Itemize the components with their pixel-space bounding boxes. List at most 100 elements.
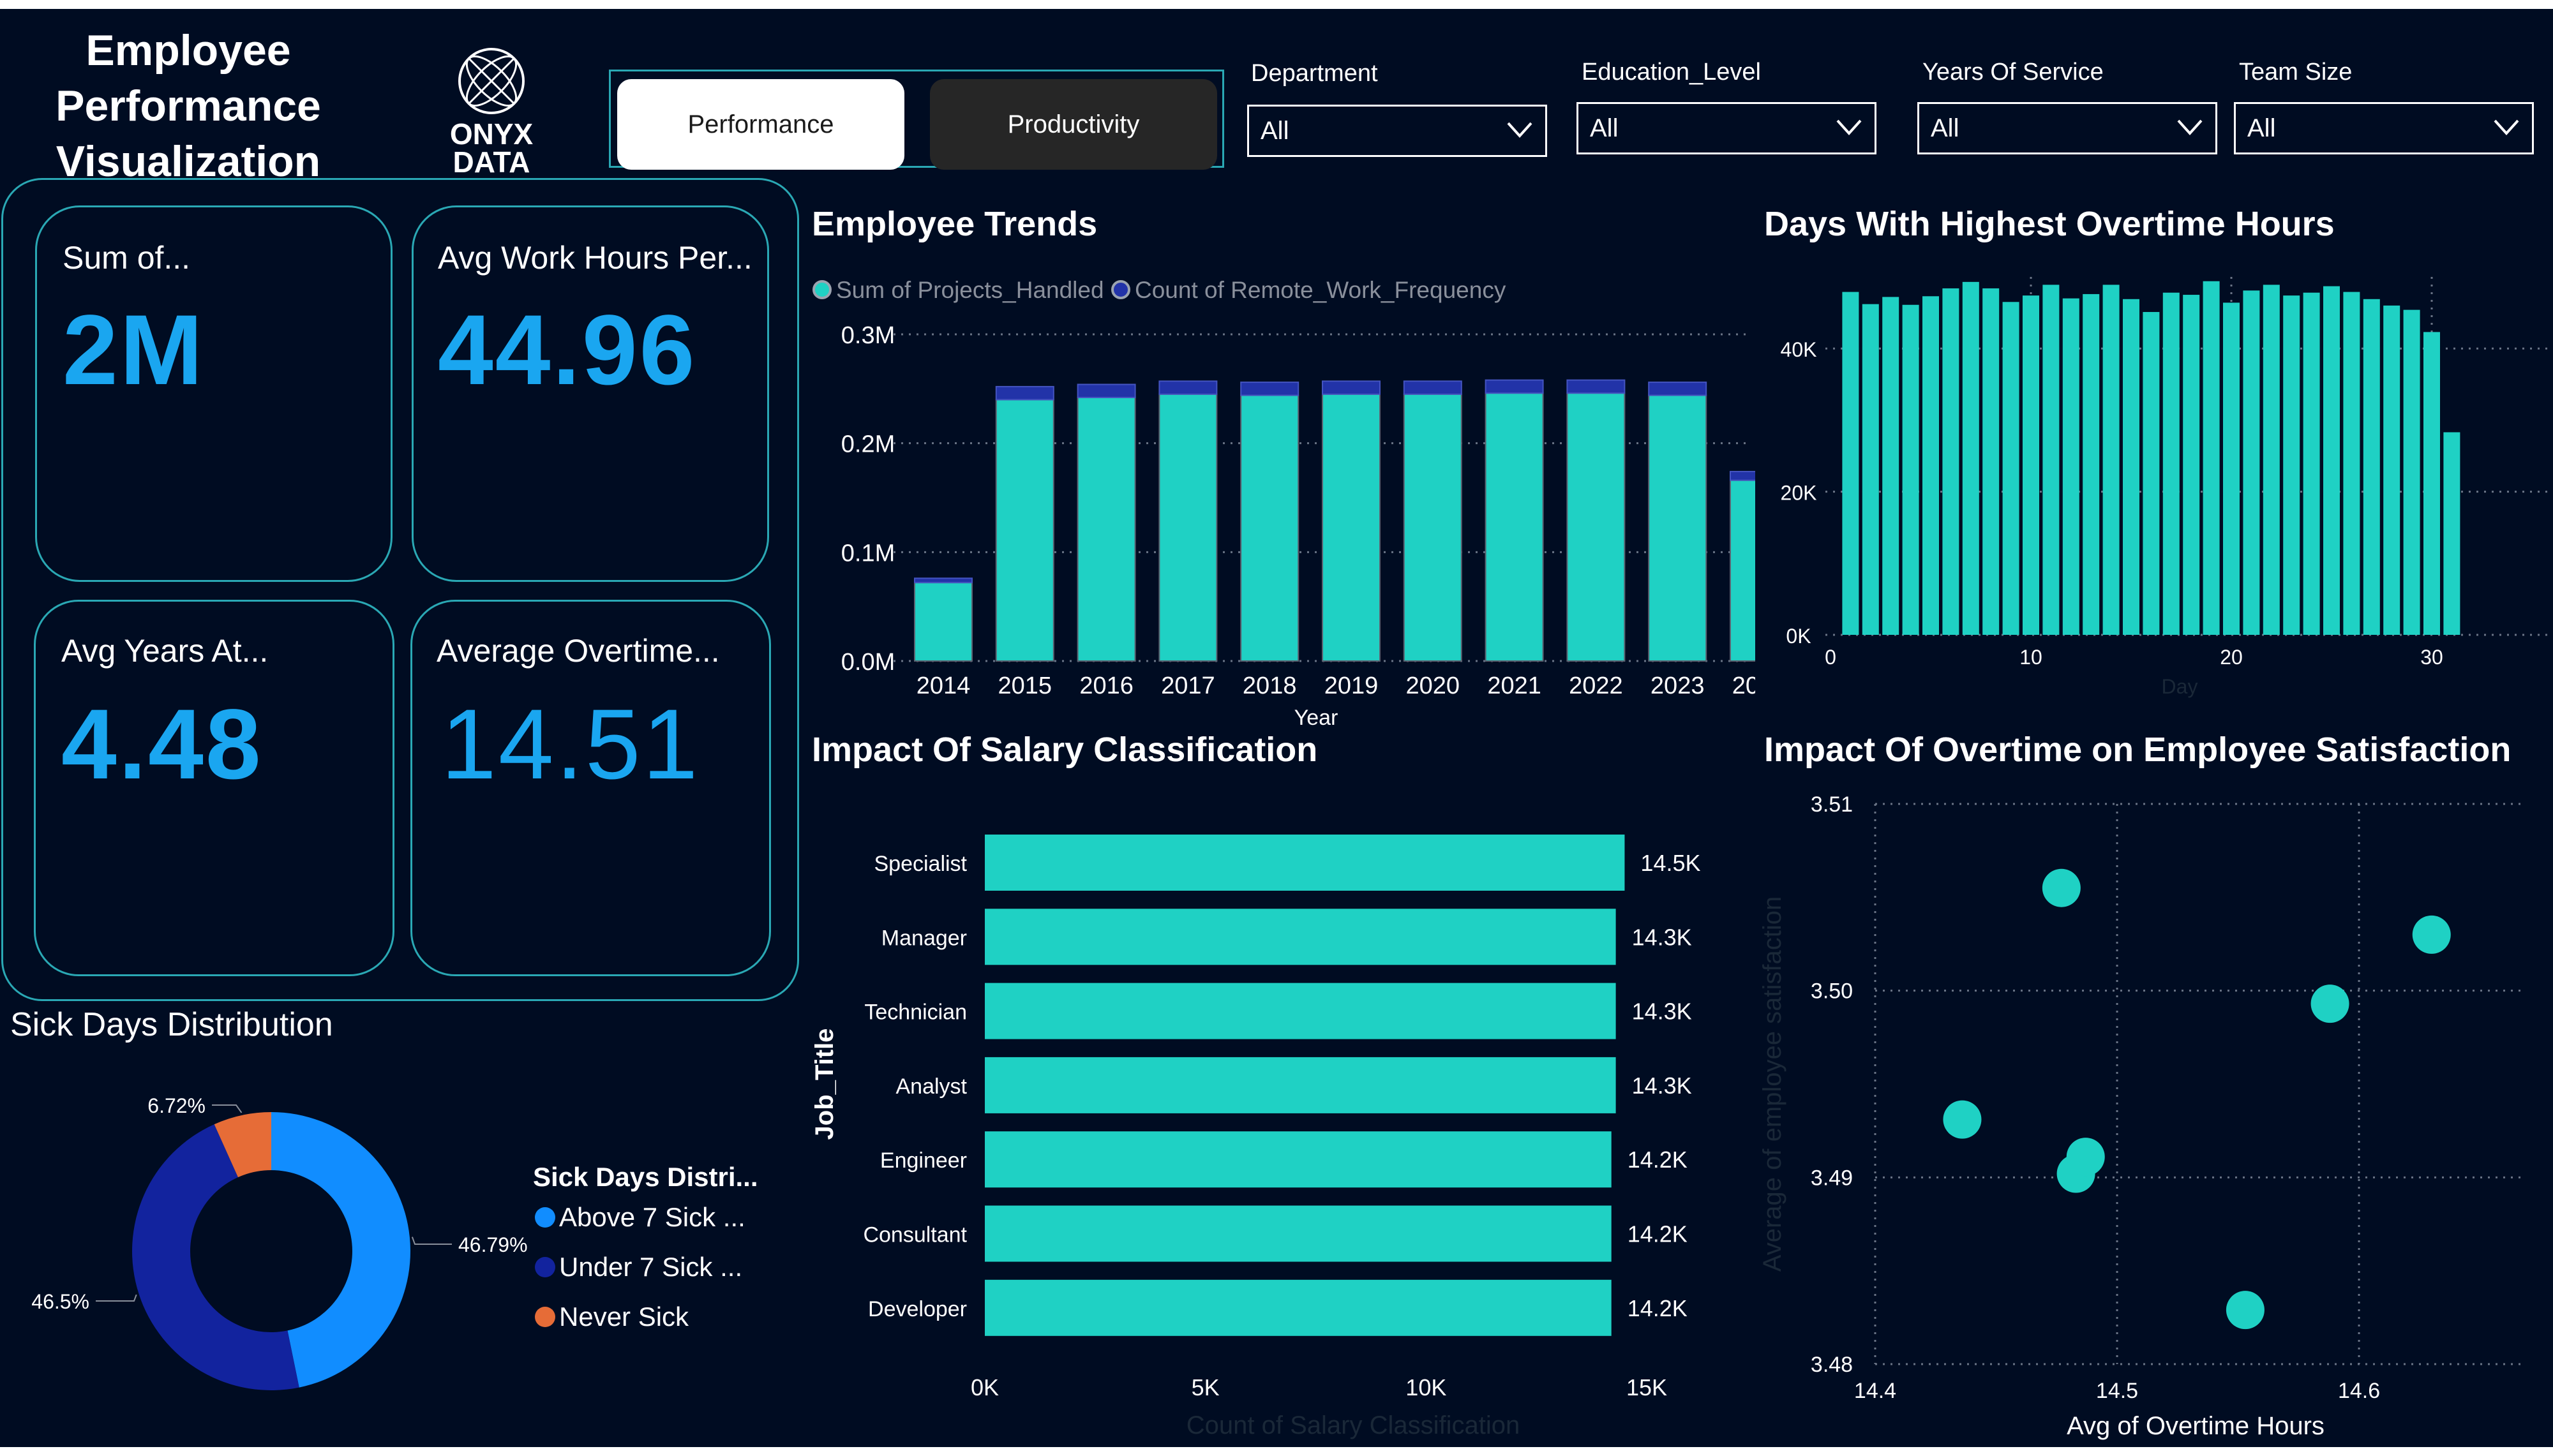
day-bar [1922, 296, 1939, 635]
overtime-days-chart[interactable]: 0K 20K 40K 0 10 20 30 Day [1755, 258, 2553, 717]
scatter-point [2066, 1138, 2105, 1177]
y-tick-label: 0K [1786, 625, 1811, 648]
x-tick-label: 10 [2019, 646, 2042, 669]
day-bar [2002, 302, 2019, 635]
label-leader-line [212, 1104, 243, 1113]
kpi-label: Avg Years At... [61, 633, 269, 669]
kpi-card-avg-overtime[interactable]: Average Overtime... 14.51 [410, 600, 771, 976]
salary-bar [985, 909, 1616, 965]
salary-classification-chart[interactable]: Specialist 14.5K Manager 14.3K Technician 14.… [804, 787, 1755, 1447]
bar-remote-work-count [1322, 380, 1381, 395]
day-bar [1962, 281, 1979, 635]
kpi-card-sum[interactable]: Sum of... 2M [35, 205, 393, 582]
kpi-card-avg-work-hours[interactable]: Avg Work Hours Per... 44.96 [412, 205, 769, 582]
bar-projects-handled [1240, 394, 1299, 662]
y-tick-label: 3.51 [1811, 792, 1853, 817]
day-bar [1902, 304, 1919, 635]
y-tick-label: 40K [1781, 338, 1817, 361]
y-tick-label: 3.49 [1811, 1166, 1853, 1190]
kpi-value: 14.51 [441, 689, 700, 800]
bar-projects-handled [1322, 393, 1381, 662]
x-tick-label: 2024 [1732, 672, 1755, 699]
salary-bar [985, 1057, 1616, 1113]
chevron-down-icon [2494, 119, 2519, 135]
bar-projects-handled [914, 582, 973, 662]
label-leader-line [96, 1294, 137, 1302]
x-tick-label: 2015 [998, 672, 1052, 699]
dashboard-canvas: Employee Performance Visualization ONYX … [0, 9, 2553, 1447]
x-tick-label: 2017 [1161, 672, 1215, 699]
years-of-service-dropdown[interactable]: All [1917, 102, 2217, 154]
y-tick-label: 0.0M [841, 649, 895, 676]
label-leader-line [411, 1237, 452, 1245]
slicer-label: Team Size [2239, 59, 2353, 85]
bar-remote-work-count [914, 577, 973, 584]
day-bar [2203, 281, 2220, 635]
bar-remote-work-count [1485, 379, 1544, 394]
legend-label: Under 7 Sick ... [559, 1252, 742, 1282]
day-bar [2323, 286, 2340, 635]
dropdown-value: All [2247, 114, 2276, 142]
day-bar [2423, 332, 2440, 635]
education-level-dropdown[interactable]: All [1576, 102, 1876, 154]
data-label: 14.2K [1628, 1221, 1688, 1247]
day-bar [1862, 304, 1879, 635]
day-bar [2102, 285, 2120, 635]
data-label: 14.3K [1632, 999, 1692, 1025]
dashboard-title: Employee Performance Visualization [56, 26, 321, 186]
education-level-slicer: Education_Level All [1576, 59, 1876, 154]
data-label: 14.2K [1628, 1147, 1688, 1173]
dropdown-value: All [1590, 114, 1619, 142]
x-tick-label: 2014 [917, 672, 971, 699]
x-tick-label: 2020 [1406, 672, 1460, 699]
legend-label: Above 7 Sick ... [559, 1202, 745, 1232]
department-dropdown[interactable]: All [1247, 105, 1547, 157]
bar-remote-work-count [1403, 380, 1462, 395]
scatter-point [2412, 915, 2451, 954]
y-tick-label: Manager [881, 926, 967, 950]
legend-marker [535, 1307, 555, 1327]
day-bar [1942, 288, 1959, 635]
y-tick-label: 0.3M [841, 322, 895, 349]
bar-remote-work-count [1566, 379, 1626, 394]
day-bar [2383, 305, 2400, 635]
day-bar [1842, 292, 1859, 635]
years-of-service-slicer: Years Of Service All [1917, 59, 2217, 154]
overtime-satisfaction-chart[interactable]: 3.48 3.49 3.50 3.51 14.4 14.5 14.6 Avg of Overt… [1755, 781, 2553, 1447]
employee-trends-chart[interactable]: Sum of Projects_Handled Count of Remote_W… [804, 258, 1755, 743]
x-tick-label: 0 [1825, 646, 1836, 669]
x-tick-label: 2021 [1487, 672, 1541, 699]
team-size-dropdown[interactable]: All [2234, 102, 2534, 154]
y-tick-label: Specialist [874, 852, 967, 876]
day-bar [2243, 290, 2260, 635]
kpi-panel: Sum of... 2M Avg Work Hours Per... 44.96… [1, 178, 799, 1001]
x-tick-label: 15K [1626, 1374, 1667, 1400]
bar-remote-work-count [1240, 382, 1299, 396]
performance-button[interactable]: Performance [617, 79, 904, 170]
data-label: 14.5K [1640, 850, 1700, 876]
kpi-card-avg-years[interactable]: Avg Years At... 4.48 [34, 600, 394, 976]
x-axis-title: Year [1294, 706, 1338, 730]
data-label: 14.3K [1632, 924, 1692, 950]
y-axis-title: Job_Title [811, 1029, 839, 1140]
slicer-label: Years Of Service [1922, 59, 2104, 85]
bar-projects-handled [1077, 396, 1136, 662]
kpi-label: Avg Work Hours Per... [438, 240, 752, 276]
x-tick-label: 14.4 [1854, 1379, 1896, 1403]
logo-line2: DATA [453, 145, 530, 179]
legend-title: Sick Days Distri... [533, 1162, 758, 1192]
salary-bar [985, 1205, 1612, 1262]
productivity-button[interactable]: Productivity [930, 79, 1217, 170]
x-tick-label: 2019 [1324, 672, 1379, 699]
slice-label: 46.5% [31, 1290, 89, 1313]
page-toggle: Performance Productivity [609, 70, 1224, 170]
bar-projects-handled [1648, 394, 1707, 662]
chevron-down-icon [2177, 119, 2203, 135]
chevron-down-icon [1507, 122, 1532, 138]
sick-days-chart[interactable]: 46.79% 46.5% 6.72% Sick Days Distri... Above… [0, 1055, 804, 1447]
x-tick-label: 10K [1405, 1374, 1446, 1400]
bar-projects-handled [1485, 392, 1544, 662]
employee-trends-title: Employee Trends [812, 205, 1098, 243]
day-bar [2403, 309, 2420, 635]
y-tick-label: Analyst [896, 1074, 968, 1099]
